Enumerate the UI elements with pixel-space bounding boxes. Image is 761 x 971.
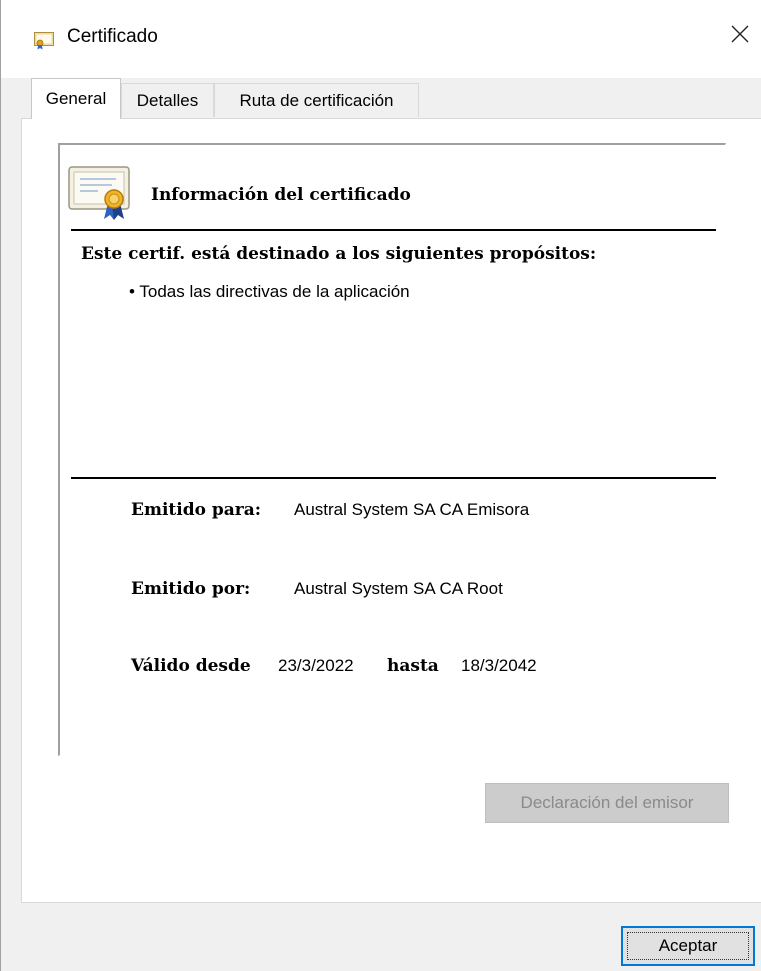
divider xyxy=(71,229,716,231)
title-bar[interactable]: Certificado xyxy=(1,0,761,78)
close-icon xyxy=(731,25,748,43)
tab-general[interactable]: General xyxy=(31,78,121,119)
valid-from-label: Válido desde xyxy=(131,656,251,676)
tab-label: General xyxy=(45,89,107,108)
issued-by-label: Emitido por: xyxy=(131,579,251,599)
close-button[interactable] xyxy=(717,12,761,56)
window-title: Certificado xyxy=(67,26,158,47)
valid-to-value: 18/3/2042 xyxy=(461,656,537,675)
tab-certification-path[interactable]: Ruta de certificación xyxy=(214,83,419,117)
ok-button-label: Aceptar xyxy=(658,936,718,955)
certificate-icon xyxy=(34,32,54,50)
issued-to-value: Austral System SA CA Emisora xyxy=(294,500,530,519)
purpose-heading: Este certif. está destinado a los siguie… xyxy=(81,244,597,264)
tab-strip: General Detalles Ruta de certificación xyxy=(1,78,761,119)
issuer-statement-button[interactable]: Declaración del emisor xyxy=(485,783,729,823)
issued-to-label: Emitido para: xyxy=(131,500,262,520)
certificate-dialog: Certificado General Detalles Ruta de cer… xyxy=(0,0,761,971)
issuer-statement-label: Declaración del emisor xyxy=(520,793,694,812)
valid-to-label: hasta xyxy=(387,656,439,676)
tab-label: Detalles xyxy=(136,90,199,110)
tab-label: Ruta de certificación xyxy=(239,90,394,110)
valid-from-value: 23/3/2022 xyxy=(278,656,354,675)
tab-details[interactable]: Detalles xyxy=(121,83,214,117)
certificate-ribbon-icon xyxy=(68,166,130,220)
ok-button[interactable]: Aceptar xyxy=(621,926,755,966)
issued-by-value: Austral System SA CA Root xyxy=(294,579,503,598)
purpose-item: • Todas las directivas de la aplicación xyxy=(129,282,410,301)
divider xyxy=(71,477,716,479)
certificate-info-heading: Información del certificado xyxy=(151,185,411,205)
